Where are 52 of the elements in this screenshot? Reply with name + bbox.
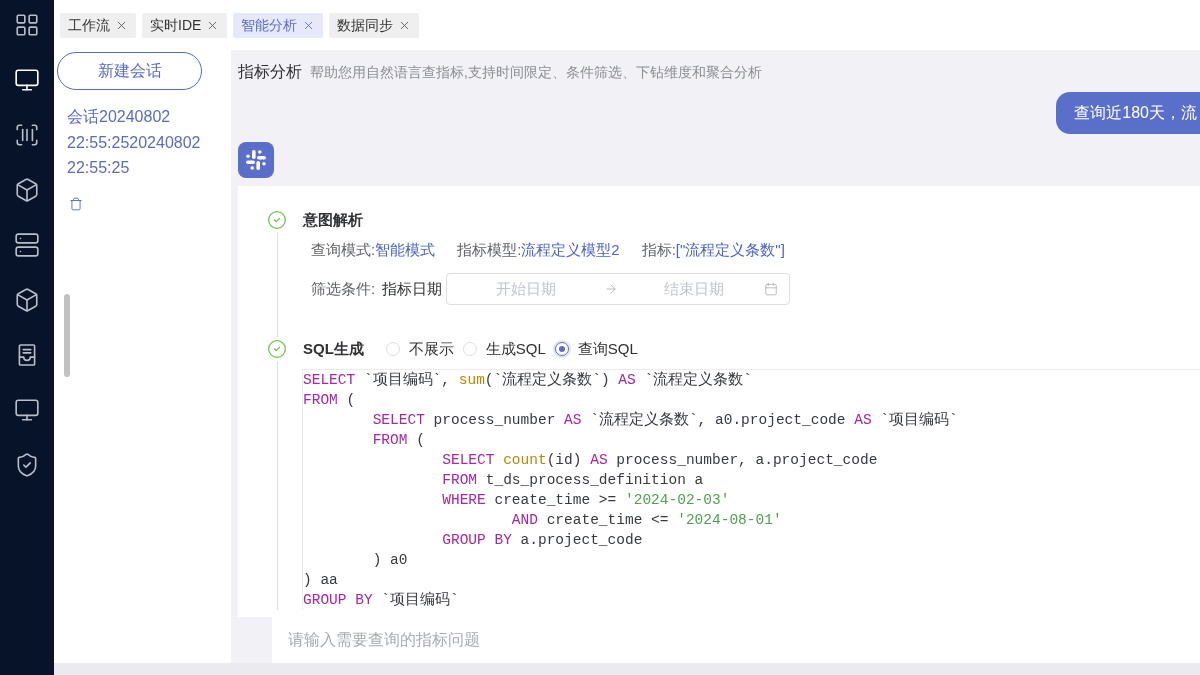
code-line: ) a0 (372, 551, 408, 570)
code-line: GROUP BY a.project_code (442, 531, 643, 550)
radio-icon[interactable] (462, 342, 477, 356)
cube-icon[interactable] (14, 287, 40, 313)
code-line: SELECT process_number AS `流程定义条数`, a0.project_code AS `项目编码` (372, 410, 958, 430)
cube-icon[interactable] (14, 177, 40, 203)
code-line: SELECT `项目编码`, sum(`流程定义条数`) AS `流程定义条数` (303, 370, 752, 390)
code-line: SELECT count(id) AS process_number, a.project_code (442, 451, 878, 470)
arrow-right-icon (604, 282, 619, 296)
tab[interactable]: 实时IDE (142, 12, 228, 38)
page-title: 指标分析 (238, 62, 302, 82)
trash-icon[interactable] (69, 196, 83, 211)
step-title: 意图解析 (303, 209, 363, 230)
date-range-picker[interactable]: 开始日期 结束日期 (446, 273, 791, 305)
field-value: 智能模式 (375, 239, 436, 260)
code-line: GROUP BY `项目编码` (303, 590, 459, 610)
tab[interactable]: 工作流 (60, 12, 136, 38)
monitor-icon[interactable] (14, 397, 40, 423)
sql-view-radio[interactable]: 生成SQL (462, 337, 546, 361)
code-line: AND create_time <= '2024-08-01' (511, 511, 782, 530)
session-item[interactable]: 会话20240802 22:55:2520240802 22:55:25 (67, 104, 217, 181)
code-line: WHERE create_time >= '2024-02-03' (442, 491, 730, 510)
end-date-input[interactable]: 结束日期 (626, 277, 763, 301)
code-line: FROM ( (303, 391, 356, 410)
sql-view-radio[interactable]: 查询SQL (554, 337, 638, 361)
server-icon[interactable] (14, 232, 40, 258)
field-label: 查询模式: (311, 239, 376, 260)
code-line: FROM t_ds_process_definition a (442, 471, 704, 490)
sql-view-radio[interactable]: 不展示 (385, 337, 454, 361)
barcode-icon[interactable] (14, 122, 40, 148)
tab[interactable]: 数据同步 (329, 12, 420, 38)
field-label: 指标模型: (457, 239, 522, 260)
new-session-button[interactable]: 新建会话 (57, 52, 202, 90)
bot-avatar-icon (238, 142, 274, 178)
tab[interactable]: 智能分析 (233, 12, 324, 38)
user-message: 查询近180天，流 (1056, 92, 1200, 134)
field-label: 指标: (641, 239, 676, 260)
step-title: SQL生成 (303, 338, 364, 359)
radio-icon[interactable] (385, 342, 400, 356)
page-subtitle: 帮助您用自然语言查指标,支持时间限定、条件筛选、下钻维度和聚合分析 (310, 63, 762, 82)
field-value: ["流程定义条数"] (675, 239, 785, 260)
scrollbar-thumb[interactable] (64, 294, 70, 377)
code-line: FROM ( (372, 431, 425, 450)
monitor-icon[interactable] (14, 67, 40, 93)
grid-icon[interactable] (14, 12, 40, 38)
filter-label: 筛选条件: (311, 278, 376, 299)
code-line: ) aa (303, 571, 338, 590)
radio-checked-icon[interactable] (554, 342, 569, 356)
filter-field: 指标日期 (382, 277, 443, 301)
question-input[interactable]: 请输入需要查询的指标问题 (272, 617, 1200, 663)
start-date-input[interactable]: 开始日期 (456, 277, 597, 301)
field-value: 流程定义模型2 (521, 239, 620, 260)
